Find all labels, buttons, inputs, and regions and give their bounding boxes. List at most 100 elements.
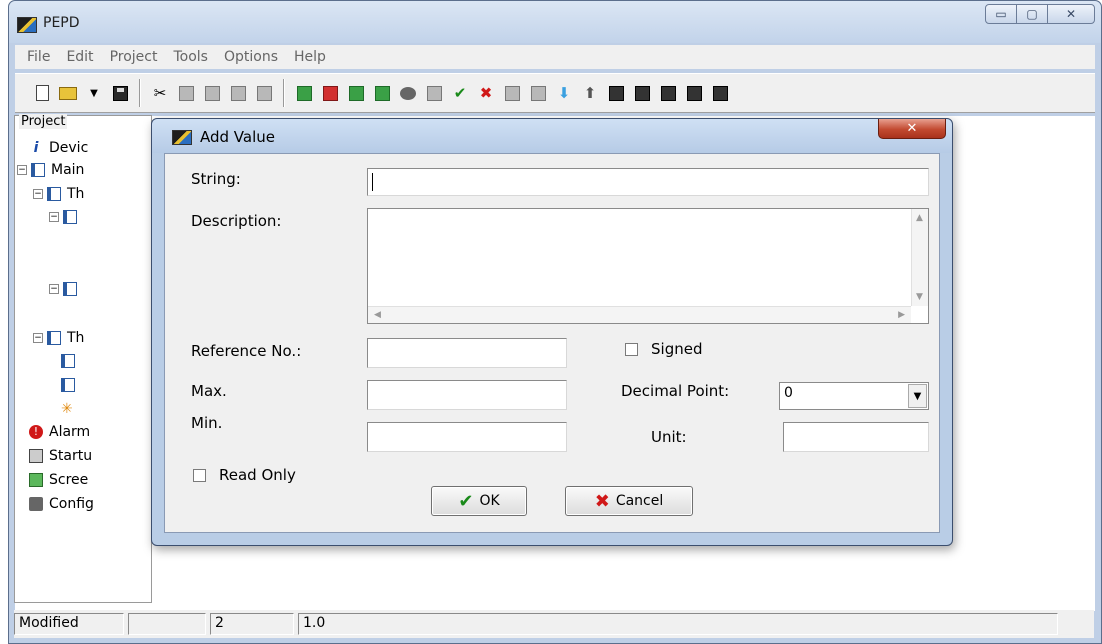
menu-folder-icon [47,187,61,201]
description-horizontal-scrollbar[interactable]: ◀ ▶ [368,306,911,323]
add-value-icon [322,85,338,101]
reference-label: Reference No.: [191,342,302,360]
new-file-button[interactable] [31,82,53,104]
add-list-button[interactable] [371,82,393,104]
dialog-close-button[interactable]: ✕ [878,119,946,139]
ok-button[interactable]: ✔ OK [431,486,527,516]
scroll-up-icon[interactable]: ▲ [916,213,923,223]
toolbar-separator [283,79,285,107]
copy-button[interactable] [175,82,197,104]
move-down-button[interactable]: ⬇ [553,82,575,104]
menu-file[interactable]: File [19,49,58,65]
duplicate-icon [230,85,246,101]
string-label: String: [191,170,241,188]
description-vertical-scrollbar[interactable]: ▲ ▼ [911,209,928,306]
add-menu-button[interactable] [293,82,315,104]
tree-item-alarm[interactable]: ! Alarm [29,424,90,440]
open-button[interactable] [57,82,79,104]
save-icon [112,85,128,101]
collapse-toggle[interactable]: − [17,165,27,175]
tree-label: Th [67,330,85,346]
save-button[interactable] [109,82,131,104]
tree-item-th1[interactable]: − Th [33,186,84,202]
read-only-checkbox[interactable] [193,469,206,482]
upload-button[interactable] [709,82,731,104]
download-button[interactable] [683,82,705,104]
status-blank [128,613,206,635]
plug-button[interactable] [657,82,679,104]
add-value-button[interactable] [319,82,341,104]
description-input[interactable]: ▲ ▼ ◀ ▶ [367,208,929,324]
scroll-right-icon[interactable]: ▶ [898,310,905,320]
add-event-button[interactable] [345,82,367,104]
status-bar: Modified 2 1.0 [14,610,1094,638]
description-label: Description: [191,212,282,230]
accept-button[interactable]: ✔ [449,82,471,104]
upload-icon [712,85,728,101]
delete-button[interactable]: ✖ [475,82,497,104]
export-button[interactable] [527,82,549,104]
move-up-button[interactable]: ⬆ [579,82,601,104]
signed-checkbox[interactable] [625,343,638,356]
menu-project[interactable]: Project [102,49,166,65]
collapse-toggle[interactable]: − [33,333,43,343]
tree-item-child2[interactable] [61,378,81,392]
reference-input[interactable] [367,338,567,368]
tree-item-main[interactable]: − Main [17,162,84,178]
collapse-toggle[interactable]: − [49,212,59,222]
unit-input[interactable] [783,422,929,452]
tree-item-device[interactable]: i Devic [29,140,89,156]
tree-label: Alarm [49,424,91,440]
min-input[interactable] [367,422,567,452]
tree-item-config[interactable]: Config [29,496,94,512]
close-button[interactable]: ✕ [1047,4,1095,24]
clone-button[interactable] [253,82,275,104]
cancel-button[interactable]: ✖ Cancel [565,486,693,516]
paste-button[interactable] [201,82,223,104]
property-button[interactable] [605,82,627,104]
info-icon: i [33,140,39,156]
tree-item-child3[interactable]: ✳ [61,402,81,416]
menu-help[interactable]: Help [286,49,334,65]
cut-button[interactable]: ✂ [149,82,171,104]
menu-options[interactable]: Options [216,49,286,65]
startup-screen-icon [29,449,43,463]
add-screen-button[interactable] [423,82,445,104]
duplicate-button[interactable] [227,82,249,104]
tree-item-child1[interactable] [61,354,81,368]
menu-edit[interactable]: Edit [58,49,101,65]
menu-tools[interactable]: Tools [165,49,216,65]
decimal-point-select[interactable]: 0 ▼ [779,382,929,410]
unit-label: Unit: [651,428,687,446]
new-file-icon [35,85,49,101]
property-red-button[interactable] [631,82,653,104]
tree-item-sub2[interactable]: − [49,282,83,296]
add-message-button[interactable] [397,82,419,104]
alarm-icon: ! [29,425,43,439]
detail-pane [946,118,1088,602]
project-panel-title: Project [19,114,68,129]
scroll-down-icon[interactable]: ▼ [916,292,923,302]
scroll-left-icon[interactable]: ◀ [374,310,381,320]
dialog-body: String: Description: ▲ ▼ ◀ ▶ Reference N… [164,153,940,533]
cut-icon: ✂ [153,84,167,102]
collapse-toggle[interactable]: − [49,284,59,294]
string-input[interactable] [367,168,929,196]
plug-icon [660,85,676,101]
tree-item-screen[interactable]: Scree [29,472,88,488]
open-dropdown-button[interactable]: ▼ [83,82,105,104]
tree-item-sub1[interactable]: − [49,210,83,224]
dropdown-arrow-icon: ▼ [90,87,98,99]
chevron-down-icon[interactable]: ▼ [908,384,927,408]
import-button[interactable] [501,82,523,104]
tree-item-startup[interactable]: Startu [29,448,92,464]
collapse-toggle[interactable]: − [33,189,43,199]
property-icon [608,85,624,101]
check-icon: ✔ [458,490,474,512]
tree-item-th2[interactable]: − Th [33,330,84,346]
maximize-button[interactable]: ▢ [1016,4,1048,24]
minimize-button[interactable]: ▭ [985,4,1017,24]
min-label: Min. [191,414,223,432]
clone-icon [256,85,272,101]
max-input[interactable] [367,380,567,410]
